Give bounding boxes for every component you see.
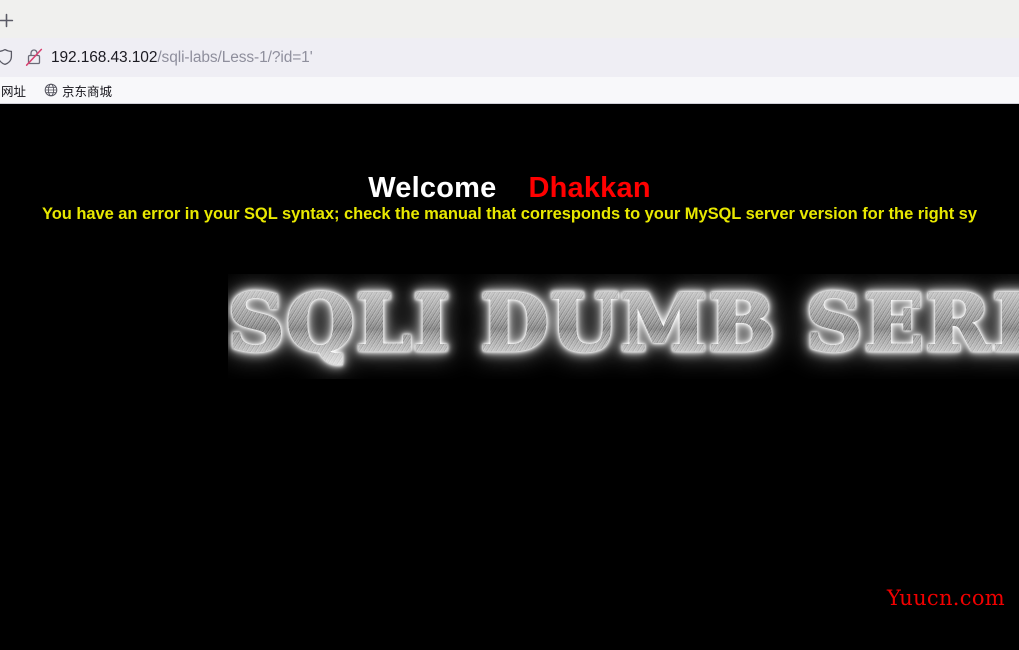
browser-window: 192.168.43.102/sqli-labs/Less-1/?id=1' 网… (0, 0, 1019, 650)
navigation-toolbar: 192.168.43.102/sqli-labs/Less-1/?id=1' (0, 38, 1019, 77)
bookmark-item-wangzhi[interactable]: 网址 (0, 79, 31, 102)
sql-error-message: You have an error in your SQL syntax; ch… (42, 205, 977, 223)
bookmark-item-jd[interactable]: 京东商城 (39, 79, 117, 102)
plus-icon (0, 13, 13, 27)
globe-icon (44, 83, 58, 97)
sqli-title-text: SQLI DUMB SERIES (228, 274, 1019, 374)
sqli-title-banner: SQLI DUMB SERIES (228, 274, 1019, 379)
url-path: /sqli-labs/Less-1/?id=1' (157, 48, 313, 66)
bookmarks-bar: 网址 京东商城 (0, 77, 1019, 104)
tab-strip (0, 0, 1019, 38)
page-content: Welcome Dhakkan You have an error in your… (0, 104, 1019, 650)
bookmark-label: 网址 (1, 84, 27, 99)
new-tab-button[interactable] (0, 9, 17, 31)
url-bar[interactable]: 192.168.43.102/sqli-labs/Less-1/?id=1' (51, 38, 313, 77)
url-domain: 192.168.43.102 (51, 48, 158, 66)
bookmark-label: 京东商城 (62, 84, 113, 99)
user-name-text: Dhakkan (528, 172, 651, 204)
welcome-text: Welcome (368, 172, 497, 204)
welcome-heading: Welcome Dhakkan (0, 172, 1019, 205)
lock-crossed-icon[interactable] (24, 47, 44, 67)
shield-icon[interactable] (0, 48, 14, 66)
watermark-text: Yuucn.com (886, 586, 1005, 610)
